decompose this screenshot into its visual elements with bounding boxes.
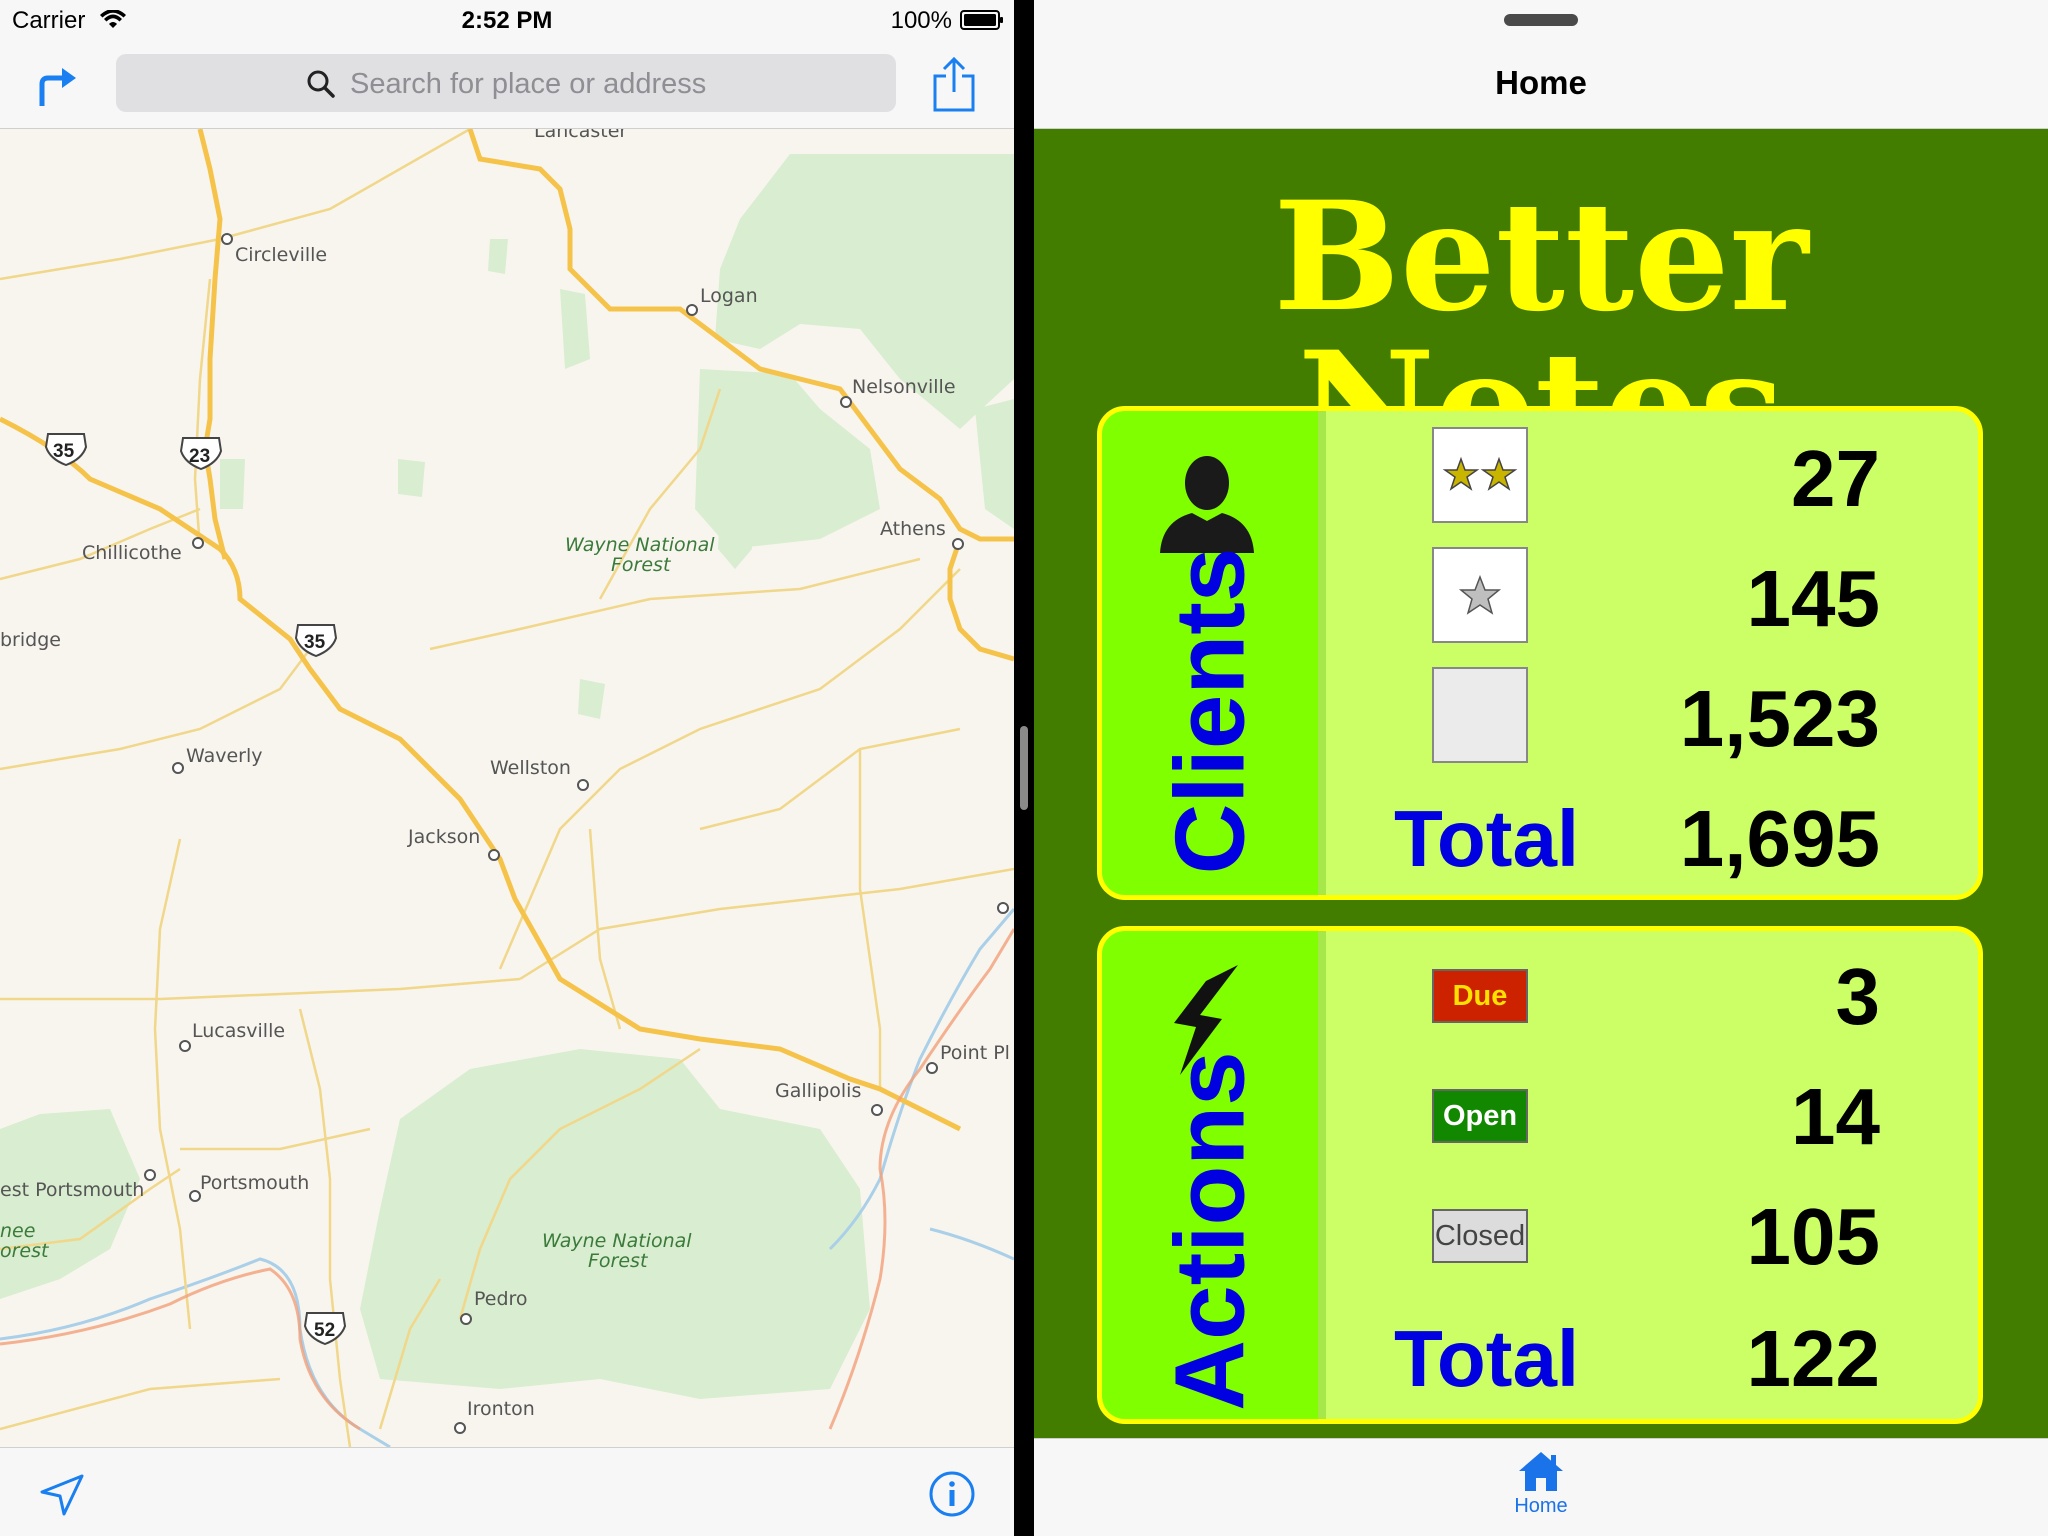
svg-text:23: 23 xyxy=(189,446,210,467)
open-tag: Open xyxy=(1432,1089,1528,1143)
person-icon xyxy=(1160,456,1254,553)
status-bar: Carrier 2:52 PM 100% xyxy=(0,0,1014,40)
tab-bar: Home xyxy=(1034,1438,2048,1536)
label-point: Point Pl xyxy=(940,1042,1010,1064)
closed-count: 105 xyxy=(1746,1192,1880,1281)
label-portsmouth: Portsmouth xyxy=(200,1172,309,1194)
actions-label: Actions xyxy=(1154,1051,1265,1411)
one-star-icon xyxy=(1432,547,1528,643)
due-tag: Due xyxy=(1432,969,1528,1023)
tab-home-label: Home xyxy=(1514,1495,1568,1517)
label-forest-north-1: Wayne National xyxy=(565,534,715,556)
tab-home[interactable]: Home xyxy=(1483,1449,1599,1533)
share-icon[interactable] xyxy=(932,56,976,112)
closed-row-icon[interactable]: Closed xyxy=(1432,1209,1528,1263)
label-pedro: Pedro xyxy=(474,1288,528,1310)
actions-total-value: 122 xyxy=(1746,1314,1880,1403)
clients-total-value: 1,695 xyxy=(1679,794,1880,883)
map-toolbar: Search for place or address xyxy=(0,40,1014,129)
label-chillicothe: Chillicothe xyxy=(82,542,182,564)
search-field[interactable]: Search for place or address xyxy=(116,54,896,112)
label-west-portsmouth: est Portsmouth xyxy=(0,1179,144,1201)
two-star-row-icon[interactable] xyxy=(1432,427,1528,523)
info-icon[interactable] xyxy=(928,1470,976,1518)
home-icon xyxy=(1519,1452,1563,1491)
clients-side: Clients xyxy=(1102,411,1326,895)
label-jackson: Jackson xyxy=(407,826,480,848)
slide-over-grabber[interactable] xyxy=(1504,14,1578,26)
due-count: 3 xyxy=(1835,952,1881,1041)
search-icon xyxy=(307,70,335,98)
split-view-handle[interactable] xyxy=(1020,726,1028,810)
battery-icon xyxy=(960,10,1003,30)
svg-text:35: 35 xyxy=(53,441,75,462)
label-forest-south-2: Forest xyxy=(588,1250,649,1272)
one-star-row-icon[interactable] xyxy=(1432,547,1528,643)
better-notes-pane: Home Better Notes Clients 27 xyxy=(1034,0,2048,1536)
svg-text:52: 52 xyxy=(314,1320,335,1341)
location-arrow-icon[interactable] xyxy=(38,1472,86,1516)
label-forest-north-2: Forest xyxy=(611,554,672,576)
actions-panel[interactable]: Actions Due 3 Open 14 Closed 105 Total 1… xyxy=(1097,926,1983,1424)
nav-bar: Home xyxy=(1034,0,2048,129)
label-bridge: bridge xyxy=(0,629,61,651)
label-nelsonville: Nelsonville xyxy=(852,376,956,398)
label-wellston: Wellston xyxy=(490,757,571,779)
actions-total-label: Total xyxy=(1394,1314,1580,1403)
clients-label: Clients xyxy=(1154,547,1265,875)
label-nee: nee xyxy=(0,1220,35,1242)
map-view[interactable]: Lancaster Circleville Logan Nelsonville … xyxy=(0,129,1014,1447)
label-orest: orest xyxy=(0,1240,50,1262)
directions-icon[interactable] xyxy=(34,62,80,108)
label-ironton: Ironton xyxy=(467,1398,535,1420)
map-bottom-toolbar xyxy=(0,1447,1014,1536)
two-star-count: 27 xyxy=(1791,434,1880,523)
search-placeholder: Search for place or address xyxy=(350,68,707,100)
label-athens: Athens xyxy=(880,518,946,540)
clock: 2:52 PM xyxy=(461,7,553,34)
closed-tag: Closed xyxy=(1432,1209,1528,1263)
two-stars-icon xyxy=(1432,427,1528,523)
actions-side: Actions xyxy=(1102,931,1326,1419)
label-gallipolis: Gallipolis xyxy=(775,1080,861,1102)
svg-text:35: 35 xyxy=(304,632,326,653)
no-star-icon xyxy=(1432,667,1528,763)
label-logan: Logan xyxy=(700,285,758,307)
no-star-row-icon[interactable] xyxy=(1432,667,1528,763)
maps-pane: Carrier 2:52 PM 100% Search for place or… xyxy=(0,0,1014,1536)
clients-panel[interactable]: Clients 27 145 1,523 Total 1,695 xyxy=(1097,406,1983,900)
label-circleville: Circleville xyxy=(235,244,327,266)
battery-percent: 100% xyxy=(890,7,952,34)
no-star-count: 1,523 xyxy=(1679,674,1880,763)
label-lancaster: Lancaster xyxy=(534,129,627,142)
label-lucasville: Lucasville xyxy=(192,1020,285,1042)
nav-title: Home xyxy=(1495,64,1587,101)
label-forest-south-1: Wayne National xyxy=(542,1230,692,1252)
open-count: 14 xyxy=(1791,1072,1880,1161)
due-row-icon[interactable]: Due xyxy=(1432,969,1528,1023)
clients-total-label: Total xyxy=(1394,794,1580,883)
open-row-icon[interactable]: Open xyxy=(1432,1089,1528,1143)
label-waverly: Waverly xyxy=(186,745,262,767)
one-star-count: 145 xyxy=(1746,554,1880,643)
